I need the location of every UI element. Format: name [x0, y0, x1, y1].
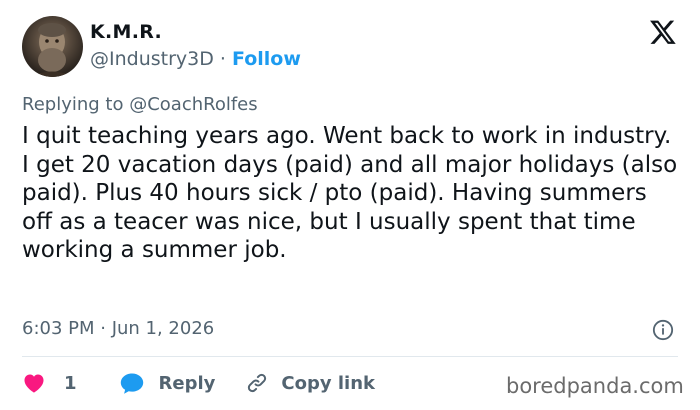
watermark: boredpanda.com — [506, 374, 684, 398]
link-icon — [248, 373, 267, 393]
reply-mention-link[interactable]: @CoachRolfes — [129, 94, 257, 115]
x-logo-icon[interactable] — [649, 18, 677, 46]
avatar-image — [30, 23, 74, 77]
tweet-text: I quit teaching years ago. Went back to … — [22, 123, 678, 263]
copy-link-label: Copy link — [281, 372, 375, 394]
follow-button[interactable]: Follow — [232, 48, 301, 70]
info-icon[interactable] — [652, 319, 674, 341]
copy-link-button[interactable]: Copy link — [245, 371, 375, 395]
like-button[interactable]: 1 — [22, 371, 119, 395]
tweet-timestamp[interactable]: 6:03 PM · Jun 1, 2026 — [22, 318, 214, 339]
author-handle[interactable]: @Industry3D — [90, 48, 214, 70]
heart-icon — [24, 374, 44, 393]
reply-bubble-icon — [120, 373, 143, 394]
replying-to-label: Replying to — [22, 94, 124, 115]
like-count: 1 — [64, 372, 77, 394]
avatar[interactable] — [22, 16, 83, 77]
replying-to: Replying to @CoachRolfes — [22, 94, 258, 115]
author-name[interactable]: K.M.R. — [90, 21, 162, 43]
divider — [22, 356, 678, 357]
action-bar: 1 Reply Copy link — [22, 368, 375, 398]
reply-button[interactable]: Reply — [119, 371, 246, 395]
author-handle-row: @Industry3D · Follow — [90, 48, 301, 70]
separator-dot: · — [219, 48, 226, 70]
reply-label: Reply — [158, 372, 216, 394]
